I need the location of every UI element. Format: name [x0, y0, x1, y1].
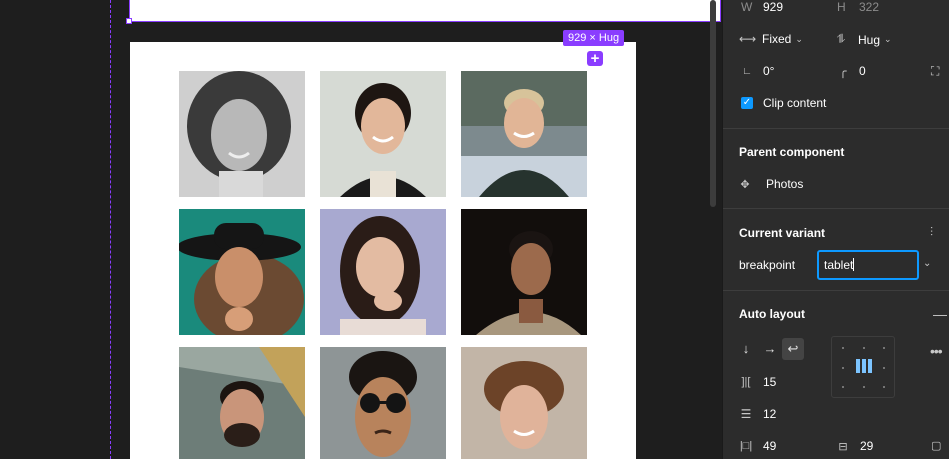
- breakpoint-label: breakpoint: [739, 258, 796, 272]
- add-item-button[interactable]: +: [587, 51, 603, 66]
- vertical-gap-icon: ☰: [740, 407, 752, 421]
- rotation-icon: ∟: [742, 65, 752, 77]
- alignment-grid[interactable]: [831, 336, 895, 398]
- size-badge: 929 × Hug: [563, 30, 625, 46]
- parent-frame-boundary: [110, 0, 111, 459]
- photo-man-wavy-hair[interactable]: [461, 347, 587, 459]
- parent-component-link[interactable]: ✥ Photos: [739, 177, 803, 191]
- vertical-padding-value[interactable]: 29: [860, 439, 873, 453]
- width-value[interactable]: 929: [763, 0, 783, 14]
- clip-content-label: Clip content: [763, 96, 827, 110]
- selected-frame-top[interactable]: [129, 0, 721, 22]
- photo-woman-long-hair[interactable]: [320, 209, 446, 335]
- vertical-gap-field[interactable]: ☰ 12: [739, 407, 777, 421]
- auto-layout-more-button[interactable]: •••: [930, 343, 943, 359]
- photo-man-beard[interactable]: [179, 347, 305, 459]
- vertical-resize-icon: ⥮: [836, 32, 846, 46]
- variant-dropdown-button[interactable]: ⌄: [923, 258, 931, 269]
- height-mode-dropdown[interactable]: ⥮ Hug ⌄: [836, 32, 892, 47]
- section-divider: [723, 208, 949, 209]
- current-variant-title: Current variant: [739, 226, 826, 240]
- variant-value-input[interactable]: tablet: [817, 250, 919, 280]
- height-label: H: [837, 0, 846, 14]
- horizontal-padding-icon: |□|: [739, 440, 753, 452]
- chevron-down-icon: ⌄: [795, 33, 803, 44]
- arrow-right-icon: →: [763, 341, 777, 356]
- width-field[interactable]: W 929: [741, 0, 783, 14]
- individual-padding-button[interactable]: ▢: [931, 439, 941, 452]
- independent-corners-icon: ⛶: [931, 64, 940, 78]
- photo-woman-curly-hair[interactable]: [179, 71, 305, 197]
- auto-layout-title: Auto layout: [739, 307, 805, 321]
- width-mode-value: Fixed: [762, 32, 792, 46]
- checkbox-checked-icon[interactable]: ✓: [741, 97, 753, 109]
- chevron-down-icon: ⌄: [923, 258, 932, 269]
- selection-handle[interactable]: [126, 18, 132, 24]
- parent-component-name: Photos: [766, 177, 804, 191]
- vertical-gap-value[interactable]: 12: [763, 407, 776, 421]
- rotation-field[interactable]: ∟ 0°: [741, 64, 774, 78]
- section-divider: [723, 290, 949, 291]
- photo-man-dark[interactable]: [461, 209, 587, 335]
- chevron-down-icon: ⌄: [884, 34, 892, 44]
- direction-vertical-button[interactable]: ↓: [735, 338, 757, 360]
- direction-wrap-button[interactable]: ↩: [782, 338, 804, 360]
- align-center-indicator-icon: [856, 359, 872, 373]
- height-field[interactable]: H 322: [837, 0, 879, 14]
- clip-content-checkbox[interactable]: ✓ Clip content: [741, 96, 826, 110]
- component-icon: ✥: [740, 178, 750, 191]
- variant-property-label: breakpoint: [739, 258, 795, 272]
- align-dot[interactable]: [842, 347, 844, 349]
- properties-panel: W 929 H 322 ⟷ Fixed ⌄ ⥮ Hug ⌄ ∟ 0° ╭ 0 ⛶…: [722, 0, 949, 459]
- photo-woman-hat[interactable]: [179, 209, 305, 335]
- align-dot[interactable]: [842, 367, 844, 369]
- design-canvas[interactable]: 929 × Hug +: [0, 0, 722, 459]
- more-dots-icon: •••: [930, 343, 943, 359]
- align-dot[interactable]: [842, 386, 844, 388]
- horizontal-padding-value[interactable]: 49: [763, 439, 776, 453]
- variant-value-text: tablet: [824, 258, 854, 272]
- canvas-scrollbar[interactable]: [710, 0, 716, 207]
- width-mode-dropdown[interactable]: ⟷ Fixed ⌄: [739, 32, 803, 46]
- horizontal-gap-field[interactable]: ]|[ 15: [739, 375, 777, 389]
- photo-man-sunglasses[interactable]: [320, 347, 446, 459]
- horizontal-gap-icon: ]|[: [741, 376, 751, 388]
- horizontal-resize-icon: ⟷: [739, 32, 757, 46]
- individual-padding-icon: ▢: [931, 440, 942, 452]
- horizontal-gap-value[interactable]: 15: [763, 375, 776, 389]
- horizontal-padding-field[interactable]: |□| 49: [739, 439, 777, 453]
- arrow-down-icon: ↓: [742, 341, 750, 356]
- width-label: W: [741, 0, 753, 14]
- height-mode-value: Hug: [858, 32, 881, 47]
- photo-man-blond[interactable]: [461, 71, 587, 197]
- vertical-padding-icon: ⊟: [838, 440, 848, 453]
- vertical-padding-field[interactable]: ⊟ 29: [836, 439, 873, 453]
- corner-radius-field[interactable]: ╭ 0: [837, 64, 866, 78]
- rotation-value[interactable]: 0°: [763, 64, 774, 78]
- sliders-icon: ⫶: [930, 225, 934, 239]
- remove-auto-layout-button[interactable]: —: [933, 306, 947, 322]
- direction-horizontal-button[interactable]: →: [759, 338, 781, 360]
- align-dot[interactable]: [863, 347, 865, 349]
- corner-radius-value[interactable]: 0: [859, 64, 866, 78]
- photo-grid: [179, 71, 587, 459]
- align-dot[interactable]: [883, 367, 885, 369]
- wrap-arrow-icon: ↩: [787, 341, 799, 356]
- align-dot[interactable]: [883, 386, 885, 388]
- section-divider: [723, 128, 949, 129]
- photo-woman-braids[interactable]: [320, 71, 446, 197]
- independent-corners-button[interactable]: ⛶: [931, 64, 939, 79]
- minus-icon: —: [933, 306, 947, 322]
- variant-settings-button[interactable]: ⫶: [930, 225, 933, 240]
- align-dot[interactable]: [863, 386, 865, 388]
- text-cursor: [853, 258, 855, 271]
- corner-radius-icon: ╭: [839, 64, 847, 78]
- parent-component-title: Parent component: [739, 145, 845, 159]
- align-dot[interactable]: [883, 347, 885, 349]
- photos-component-frame[interactable]: [130, 42, 636, 459]
- height-value[interactable]: 322: [859, 0, 879, 14]
